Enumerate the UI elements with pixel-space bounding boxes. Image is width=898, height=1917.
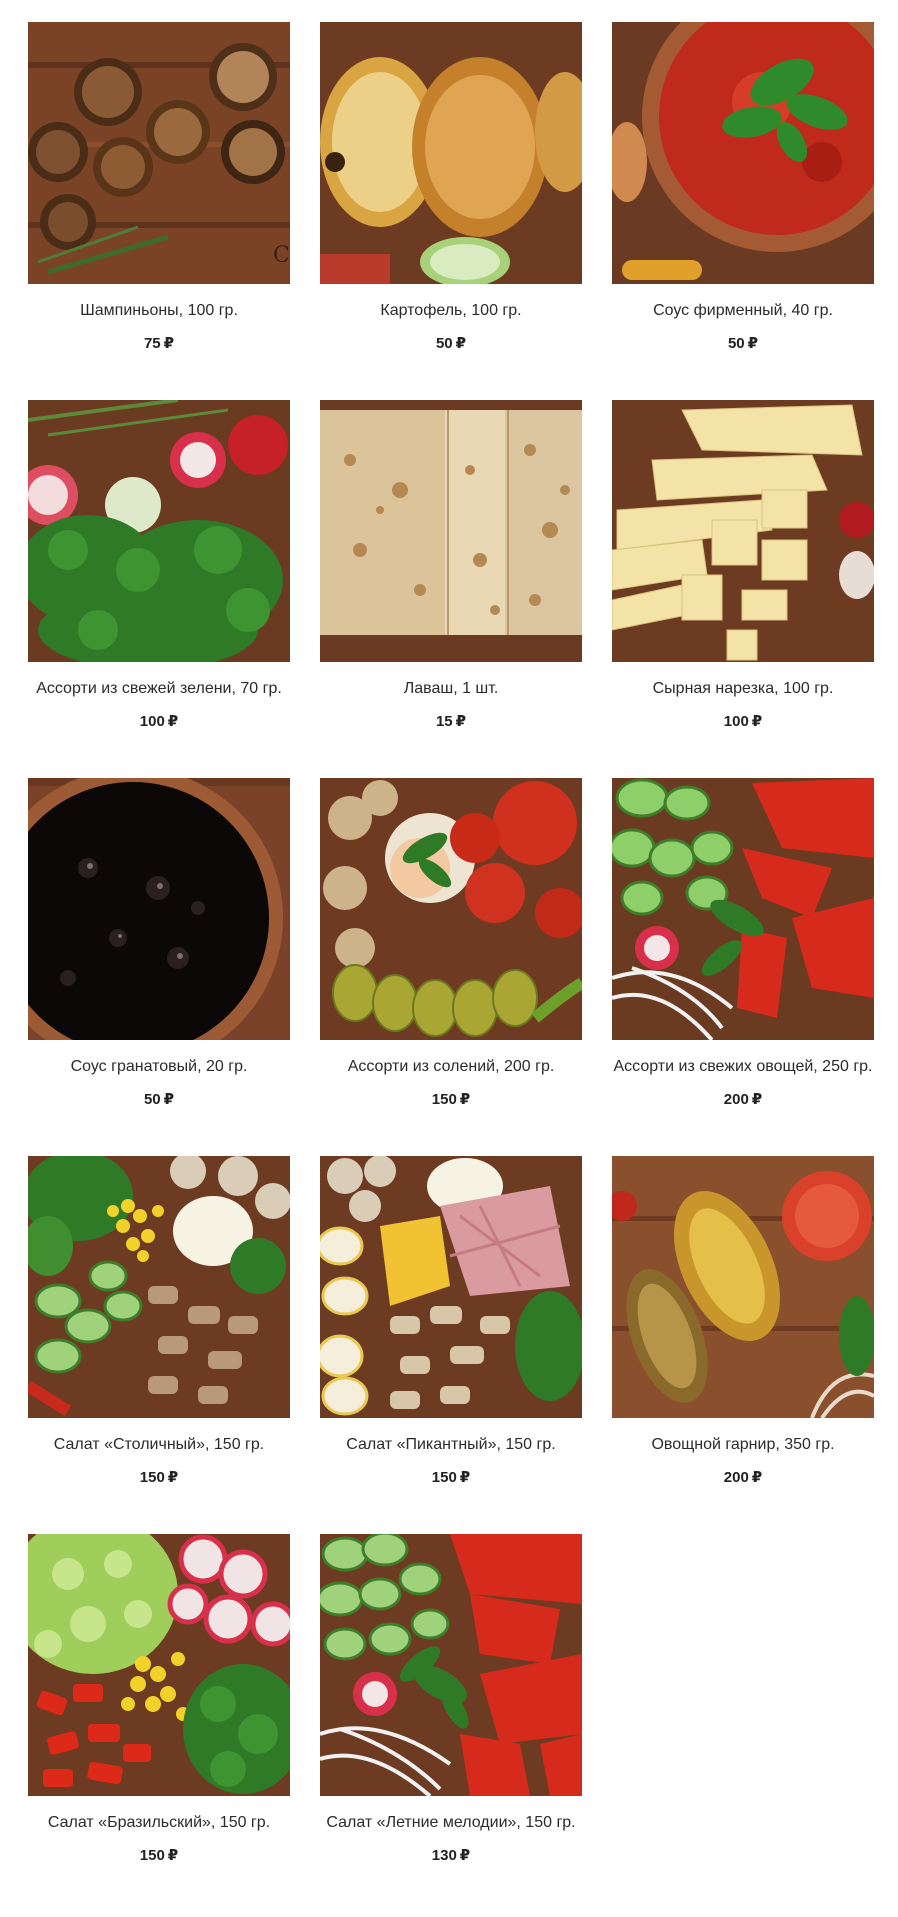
svg-text:C: C xyxy=(273,243,290,268)
product-price: 50 ₽ xyxy=(727,335,759,352)
salad-summer-photo[interactable] xyxy=(320,1534,582,1796)
product-card[interactable]: Лаваш, 1 шт. 15 ₽ xyxy=(320,400,582,778)
product-card[interactable]: Соус фирменный, 40 гр. 50 ₽ xyxy=(612,22,874,400)
product-card[interactable]: Салат «Пикантный», 150 гр. 150 ₽ xyxy=(320,1156,582,1534)
product-card[interactable]: Ассорти из свежих овощей, 250 гр. 200 ₽ xyxy=(612,778,874,1156)
greens-photo[interactable] xyxy=(28,400,290,662)
product-price: 75 ₽ xyxy=(143,335,175,352)
salad-brazilsky-photo[interactable] xyxy=(28,1534,290,1796)
product-card[interactable]: Салат «Бразильский», 150 гр. 150 ₽ xyxy=(28,1534,290,1912)
product-grid: C Шампиньоны, 100 гр. 75 ₽ Картофель, 100… xyxy=(28,22,874,1912)
vegetable-garnish-photo[interactable] xyxy=(612,1156,874,1418)
product-price: 130 ₽ xyxy=(431,1847,471,1864)
product-name[interactable]: Лаваш, 1 шт. xyxy=(320,668,582,708)
product-name[interactable]: Салат «Пикантный», 150 гр. xyxy=(320,1424,582,1464)
product-card[interactable]: Ассорти из свежей зелени, 70 гр. 100 ₽ xyxy=(28,400,290,778)
product-card[interactable]: Картофель, 100 гр. 50 ₽ xyxy=(320,22,582,400)
tomato-sauce-photo[interactable] xyxy=(612,22,874,284)
product-price: 50 ₽ xyxy=(435,335,467,352)
product-card[interactable]: Соус гранатовый, 20 гр. 50 ₽ xyxy=(28,778,290,1156)
product-price: 50 ₽ xyxy=(143,1091,175,1108)
potato-photo[interactable] xyxy=(320,22,582,284)
product-name[interactable]: Салат «Бразильский», 150 гр. xyxy=(28,1802,290,1842)
product-name[interactable]: Ассорти из свежих овощей, 250 гр. xyxy=(612,1046,874,1086)
product-price: 200 ₽ xyxy=(723,1091,763,1108)
product-price: 150 ₽ xyxy=(139,1469,179,1486)
product-card[interactable]: Салат «Столичный», 150 гр. 150 ₽ xyxy=(28,1156,290,1534)
product-name[interactable]: Соус фирменный, 40 гр. xyxy=(612,290,874,330)
cheese-photo[interactable] xyxy=(612,400,874,662)
product-name[interactable]: Ассорти из солений, 200 гр. xyxy=(320,1046,582,1086)
product-name[interactable]: Ассорти из свежей зелени, 70 гр. xyxy=(28,668,290,708)
product-price: 200 ₽ xyxy=(723,1469,763,1486)
product-card[interactable]: Сырная нарезка, 100 гр. 100 ₽ xyxy=(612,400,874,778)
product-name[interactable]: Сырная нарезка, 100 гр. xyxy=(612,668,874,708)
product-name[interactable]: Картофель, 100 гр. xyxy=(320,290,582,330)
product-name[interactable]: Салат «Столичный», 150 гр. xyxy=(28,1424,290,1464)
salad-stolichny-photo[interactable] xyxy=(28,1156,290,1418)
product-card[interactable]: Салат «Летние мелодии», 150 гр. 130 ₽ xyxy=(320,1534,582,1912)
lavash-photo[interactable] xyxy=(320,400,582,662)
product-price: 15 ₽ xyxy=(435,713,467,730)
product-card[interactable]: Овощной гарнир, 350 гр. 200 ₽ xyxy=(612,1156,874,1534)
product-name[interactable]: Салат «Летние мелодии», 150 гр. xyxy=(320,1802,582,1842)
pomegranate-sauce-photo[interactable] xyxy=(28,778,290,1040)
product-name[interactable]: Соус гранатовый, 20 гр. xyxy=(28,1046,290,1086)
product-name[interactable]: Овощной гарнир, 350 гр. xyxy=(612,1424,874,1464)
salad-pikantny-photo[interactable] xyxy=(320,1156,582,1418)
pickles-photo[interactable] xyxy=(320,778,582,1040)
product-price: 100 ₽ xyxy=(139,713,179,730)
product-price: 150 ₽ xyxy=(431,1091,471,1108)
product-price: 100 ₽ xyxy=(723,713,763,730)
product-name[interactable]: Шампиньоны, 100 гр. xyxy=(28,290,290,330)
mushrooms-photo[interactable]: C xyxy=(28,22,290,284)
product-price: 150 ₽ xyxy=(431,1469,471,1486)
product-card[interactable]: Ассорти из солений, 200 гр. 150 ₽ xyxy=(320,778,582,1156)
fresh-vegetables-photo[interactable] xyxy=(612,778,874,1040)
product-card[interactable]: C Шампиньоны, 100 гр. 75 ₽ xyxy=(28,22,290,400)
product-price: 150 ₽ xyxy=(139,1847,179,1864)
